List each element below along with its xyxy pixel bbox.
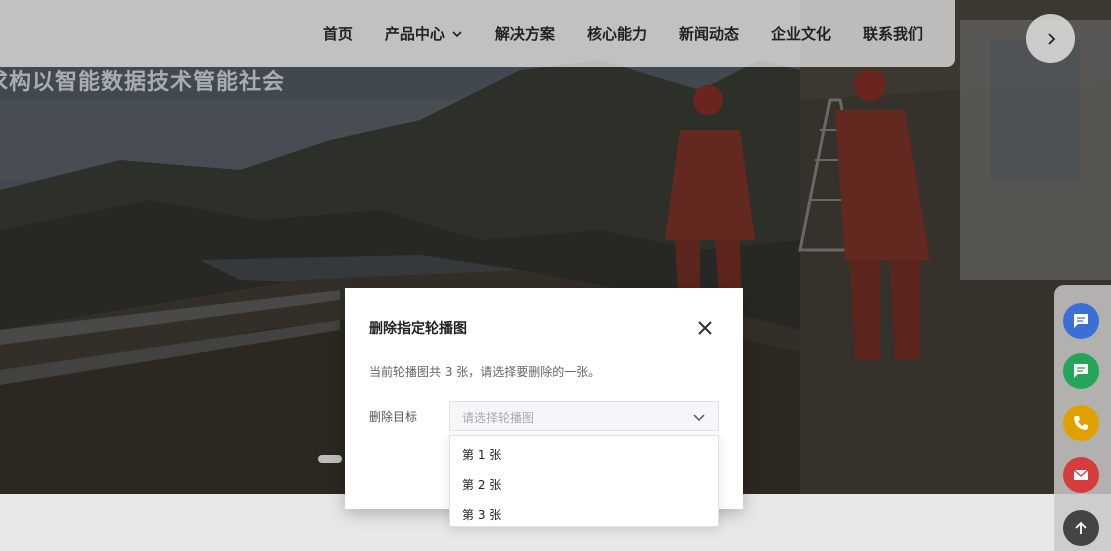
nav-item-label: 新闻动态 <box>678 25 739 43</box>
chevron-right-icon <box>1047 32 1055 45</box>
mail-icon <box>1073 469 1089 480</box>
nav-item-label: 产品中心 <box>384 25 445 43</box>
top-navbar: 首页 产品中心 解决方案 核心能力 新闻动态 企业文化 联系我们 <box>0 0 955 67</box>
nav-item-label: 核心能力 <box>586 25 647 43</box>
phone-button[interactable] <box>1063 405 1099 441</box>
chevron-down-icon <box>452 30 462 37</box>
chat-icon <box>1074 314 1088 328</box>
select-placeholder: 请选择轮播图 <box>462 411 535 425</box>
back-to-top-button[interactable] <box>1063 510 1099 546</box>
nav-item-culture[interactable]: 企业文化 <box>771 23 831 44</box>
message-icon <box>1074 364 1088 378</box>
option-slide-3[interactable]: 第 3 张 <box>450 500 718 530</box>
option-slide-2[interactable]: 第 2 张 <box>450 470 718 500</box>
arrow-up-icon <box>1075 521 1087 534</box>
mail-button[interactable] <box>1063 457 1099 493</box>
nav-item-products[interactable]: 产品中心 <box>385 23 463 44</box>
main-nav: 首页 产品中心 解决方案 核心能力 新闻动态 企业文化 联系我们 <box>323 0 923 67</box>
floating-contact-toolbar <box>1054 285 1111 551</box>
nav-item-label: 首页 <box>322 25 353 43</box>
chat-button[interactable] <box>1063 303 1099 339</box>
carousel-select[interactable]: 请选择轮播图 <box>449 401 719 431</box>
carousel-options-dropdown: 第 1 张 第 2 张 第 3 张 <box>449 435 719 527</box>
chevron-down-icon <box>693 414 705 422</box>
nav-item-label: 解决方案 <box>494 25 555 43</box>
nav-item-home[interactable]: 首页 <box>323 23 353 44</box>
nav-item-solutions[interactable]: 解决方案 <box>495 23 555 44</box>
hero-caption: 求构以智能数据技术管能社会 <box>0 70 286 95</box>
dialog-description: 当前轮播图共 3 张，请选择要删除的一张。 <box>369 365 601 379</box>
delete-target-label: 删除目标 <box>369 410 418 424</box>
dialog-title: 删除指定轮播图 <box>369 321 467 337</box>
phone-icon <box>1074 416 1088 430</box>
carousel-next-button[interactable] <box>1026 14 1075 63</box>
close-icon[interactable] <box>695 318 715 338</box>
message-button[interactable] <box>1063 353 1099 389</box>
nav-item-news[interactable]: 新闻动态 <box>679 23 739 44</box>
carousel-indicator-dot[interactable] <box>318 455 342 463</box>
nav-item-contact[interactable]: 联系我们 <box>863 23 923 44</box>
nav-item-label: 企业文化 <box>770 25 831 43</box>
option-slide-1[interactable]: 第 1 张 <box>450 440 718 470</box>
nav-item-capabilities[interactable]: 核心能力 <box>587 23 647 44</box>
nav-item-label: 联系我们 <box>862 25 923 43</box>
